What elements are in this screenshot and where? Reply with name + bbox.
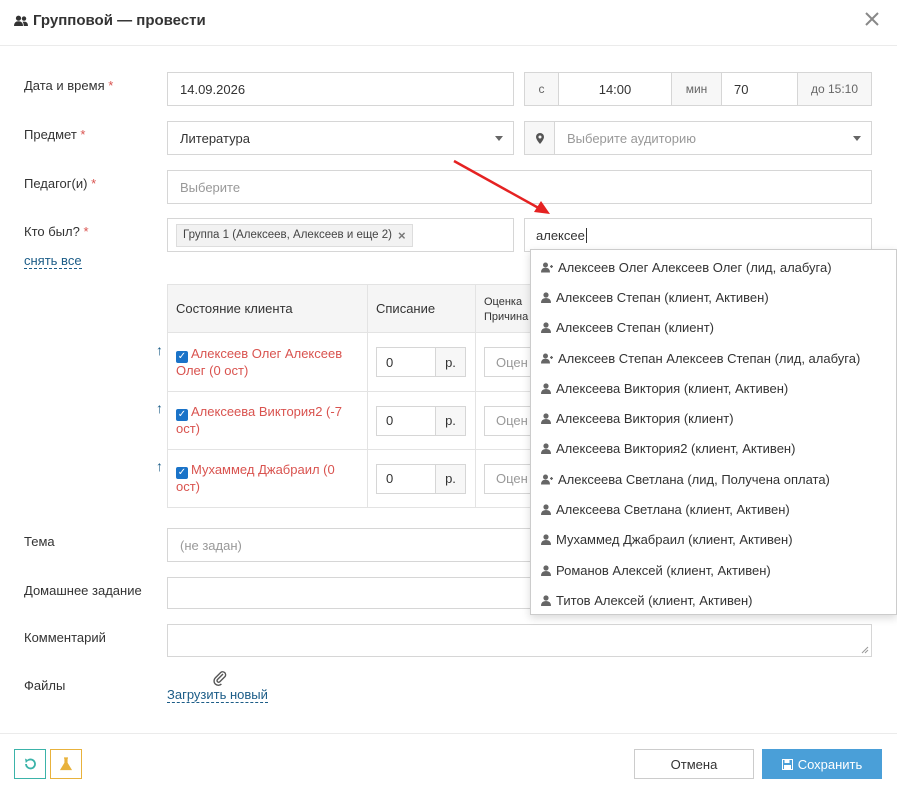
amount-input[interactable]: 0	[376, 347, 436, 377]
room-select[interactable]: Выберите аудиторию	[554, 121, 872, 155]
grade-input[interactable]: Оцен	[484, 405, 537, 436]
until-addon: до 15:10	[797, 72, 872, 106]
cancel-button[interactable]: Отмена	[634, 749, 754, 779]
chevron-down-icon	[495, 136, 503, 141]
clients-table: Состояние клиента Списание Оценка Причина…	[167, 284, 538, 508]
client-search-dropdown: Алексеев Олег Алексеев Олег (лид, алабуг…	[530, 249, 897, 615]
client-cell: ✓ Алексеева Виктория2 (-7 ост)	[167, 391, 368, 450]
paperclip-icon	[213, 671, 227, 686]
homework-label: Домашнее задание	[24, 583, 142, 598]
date-label: Дата и время *	[24, 78, 114, 93]
modal-title: Групповой — провести	[14, 12, 206, 29]
chevron-down-icon	[853, 136, 861, 141]
time-input[interactable]: 14:00	[558, 72, 672, 106]
check-icon[interactable]: ✓	[176, 409, 188, 421]
header-state: Состояние клиента	[167, 284, 368, 333]
user-icon	[541, 565, 551, 576]
grade-cell: Оцен	[474, 391, 538, 450]
dropdown-item[interactable]: Алексеева Светлана (лид, Получена оплата…	[531, 464, 896, 494]
user-icon	[541, 383, 551, 394]
dropdown-item[interactable]: Алексеева Светлана (клиент, Активен)	[531, 494, 896, 524]
unselect-all-link[interactable]: снять все	[24, 253, 82, 269]
comment-label: Комментарий	[24, 630, 106, 645]
dropdown-item[interactable]: Алексеев Степан (клиент, Активен)	[531, 282, 896, 312]
who-label: Кто был? *	[24, 224, 89, 239]
grade-input[interactable]: Оцен	[484, 347, 537, 377]
lead-icon	[541, 474, 553, 485]
min-addon: мин	[671, 72, 722, 106]
modal-title-text: Групповой — провести	[33, 12, 206, 29]
dropdown-item[interactable]: Мухаммед Джабраил (клиент, Активен)	[531, 525, 896, 555]
remove-tag-icon[interactable]: ×	[398, 228, 406, 243]
user-icon	[541, 504, 551, 516]
client-cell: ✓ Мухаммед Джабраил (0 ост)	[167, 449, 368, 508]
date-input[interactable]: 14.09.2026	[167, 72, 514, 106]
currency-addon: р.	[436, 405, 466, 436]
dropdown-item[interactable]: Романов Алексей (клиент, Активен)	[531, 555, 896, 585]
map-marker-icon	[535, 132, 544, 144]
client-cell: ✓ Алексеев Олег Алексеев Олег (0 ост)	[167, 332, 368, 392]
amount-input[interactable]: 0	[376, 405, 436, 436]
dropdown-item[interactable]: Алексеев Олег Алексеев Олег (лид, алабуг…	[531, 252, 896, 282]
client-search-input[interactable]: алексее	[524, 218, 872, 252]
user-icon	[541, 534, 551, 546]
user-icon	[541, 322, 551, 334]
group-select[interactable]: Группа 1 (Алексеев, Алексеев и еще 2) ×	[167, 218, 514, 252]
clear-button[interactable]	[50, 749, 82, 779]
charge-cell: 0 р.	[367, 449, 476, 508]
grade-input[interactable]: Оцен	[484, 463, 537, 494]
duration-input[interactable]: 70	[721, 72, 798, 106]
history-button[interactable]	[14, 749, 46, 779]
close-icon[interactable]	[864, 8, 880, 32]
lead-icon	[541, 353, 553, 364]
lead-icon	[541, 262, 553, 273]
table-row: ✓ Алексеев Олег Алексеев Олег (0 ост) 0 р.…	[167, 332, 538, 392]
subject-label: Предмет *	[24, 127, 86, 142]
topic-label: Тема	[24, 534, 55, 549]
user-icon	[541, 413, 551, 425]
user-icon	[541, 595, 551, 606]
arrow-up-icon[interactable]: ↑	[156, 458, 163, 474]
arrow-up-icon[interactable]: ↑	[156, 400, 163, 416]
save-button[interactable]: Сохранить	[762, 749, 882, 779]
check-icon[interactable]: ✓	[176, 350, 188, 363]
files-label: Файлы	[24, 678, 66, 693]
arrow-up-icon[interactable]: ↑	[156, 342, 163, 358]
charge-cell: 0 р.	[367, 332, 476, 392]
upload-link[interactable]: Загрузить новый	[167, 687, 268, 703]
dropdown-item[interactable]: Титов Алексей (клиент, Активен)	[531, 585, 896, 615]
dropdown-item[interactable]: Алексеев Степан (клиент)	[531, 313, 896, 343]
from-addon: с	[524, 72, 559, 106]
comment-textarea[interactable]	[167, 624, 872, 657]
client-name[interactable]: Алексеева Виктория2 (-7 ост)	[176, 404, 342, 436]
resize-handle-icon[interactable]	[861, 646, 869, 654]
dropdown-item[interactable]: Алексеев Степан Алексеев Степан (лид, ал…	[531, 343, 896, 373]
dropdown-item[interactable]: Алексеева Виктория2 (клиент, Активен)	[531, 434, 896, 464]
group-icon	[14, 15, 28, 26]
group-tag: Группа 1 (Алексеев, Алексеев и еще 2) ×	[176, 223, 413, 247]
charge-cell: 0 р.	[367, 391, 476, 450]
grade-cell: Оцен	[474, 449, 538, 508]
save-icon	[781, 758, 793, 770]
text-cursor	[585, 227, 587, 243]
table-row: ✓ Алексеева Виктория2 (-7 ост) 0 р. Оцен	[167, 391, 538, 450]
user-icon	[541, 443, 551, 455]
teacher-label: Педагог(и) *	[24, 176, 97, 191]
undo-icon	[25, 758, 36, 770]
header-charge: Списание	[367, 284, 476, 333]
client-name[interactable]: Алексеев Олег Алексеев Олег (0 ост)	[176, 346, 342, 378]
grade-cell: Оцен	[474, 332, 538, 392]
header-grade: Оценка Причина	[474, 284, 538, 333]
user-icon	[541, 292, 551, 303]
table-row: ✓ Мухаммед Джабраил (0 ост) 0 р. Оцен	[167, 449, 538, 508]
client-name[interactable]: Мухаммед Джабраил (0 ост)	[176, 462, 335, 494]
dropdown-item[interactable]: Алексеева Виктория (клиент, Активен)	[531, 373, 896, 403]
annotation-arrow-icon	[453, 159, 550, 214]
currency-addon: р.	[436, 463, 466, 494]
currency-addon: р.	[436, 347, 466, 377]
check-icon[interactable]: ✓	[176, 467, 188, 479]
dropdown-item[interactable]: Алексеева Виктория (клиент)	[531, 403, 896, 433]
amount-input[interactable]: 0	[376, 463, 436, 494]
flask-icon	[60, 757, 72, 771]
